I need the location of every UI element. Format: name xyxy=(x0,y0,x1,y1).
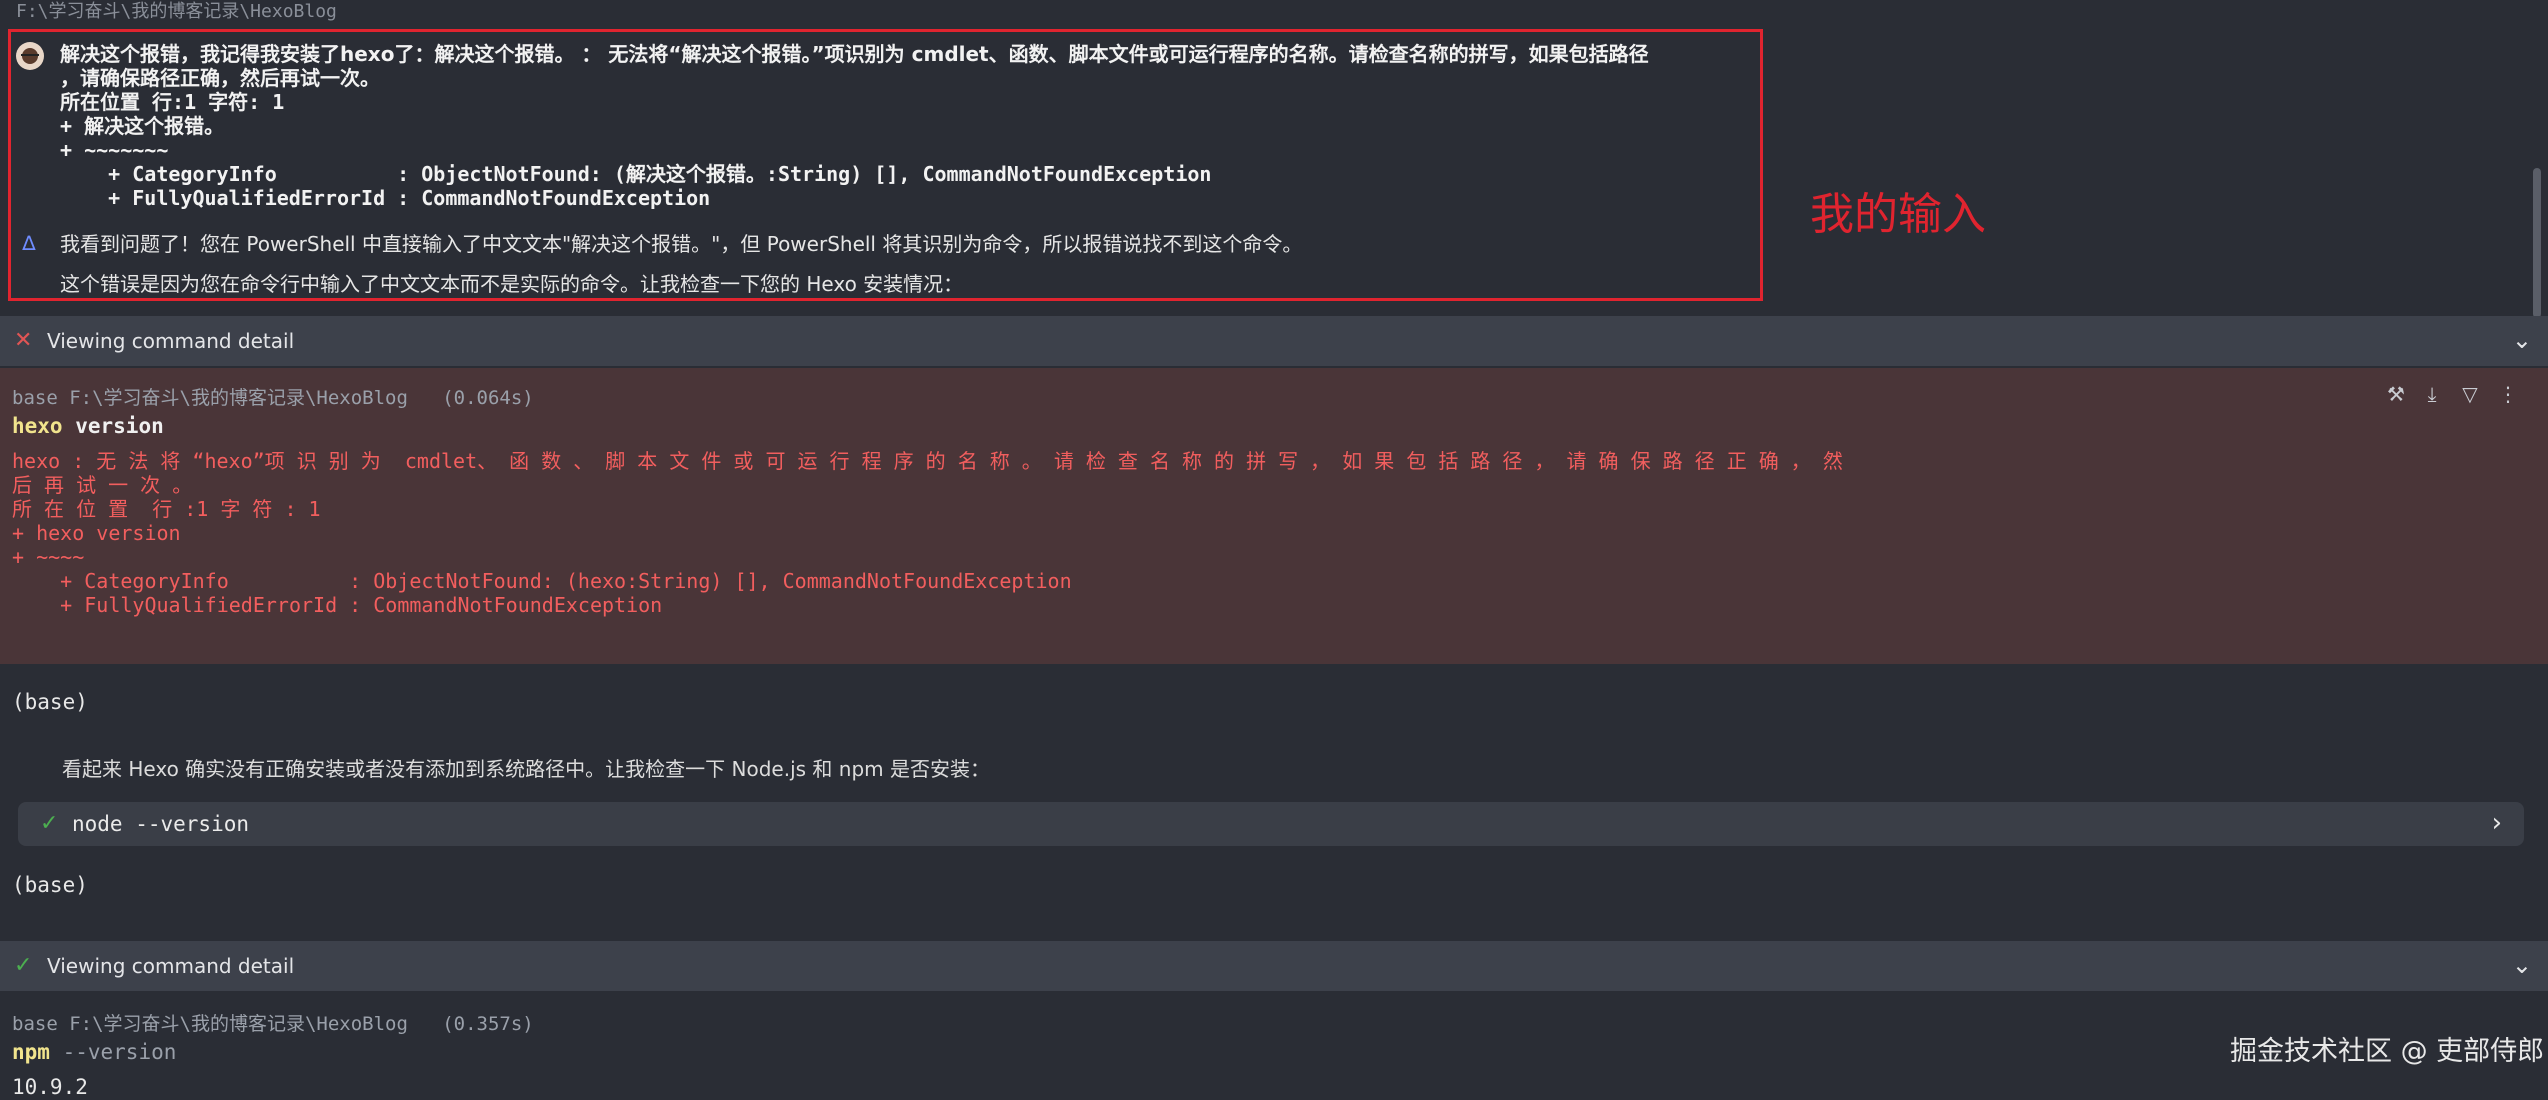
prompt-env-label: (base) xyxy=(12,873,88,897)
command-run-row[interactable]: ✓ node --version › xyxy=(18,802,2524,846)
avatar xyxy=(16,42,44,70)
command-name: npm xyxy=(12,1040,50,1064)
command-meta: base F:\学习奋斗\我的博客记录\HexoBlog (0.357s) xyxy=(12,1013,534,1035)
error-output-line: + ~~~~ xyxy=(12,545,85,569)
command-detail-toggle[interactable]: ✓ Viewing command detail ⌄ xyxy=(0,941,2548,991)
error-output-line: 后 再 试 一 次 。 xyxy=(12,473,193,497)
checkmark-icon: ✓ xyxy=(40,811,59,836)
command-meta: base F:\学习奋斗\我的博客记录\HexoBlog (0.064s) xyxy=(12,387,534,409)
command-name: hexo xyxy=(12,414,63,438)
error-output-line: hexo : 无 法 将 “hexo”项 识 别 为 cmdlet、 函 数 、… xyxy=(12,449,1843,473)
command-detail-title: Viewing command detail xyxy=(47,954,295,978)
assistant-icon: ∆ xyxy=(22,231,36,255)
prompt-env-label: (base) xyxy=(12,690,88,714)
download-icon[interactable]: ⤓ xyxy=(2420,382,2444,406)
error-x-icon: ✕ xyxy=(14,328,33,353)
error-output-line: + FullyQualifiedErrorId : CommandNotFoun… xyxy=(12,593,663,617)
chevron-down-icon[interactable]: ⌄ xyxy=(2512,951,2532,979)
command-output-panel xyxy=(0,368,2548,664)
user-message-line: 解决这个报错，我记得我安装了hexo了：解决这个报错。 ： 无法将“解决这个报错… xyxy=(60,42,1649,66)
watermark: 掘金技术社区 @ 吏部侍郎 xyxy=(2230,1036,2545,1067)
user-message-line: ，请确保路径正确，然后再试一次。 xyxy=(60,66,380,90)
assistant-reply-line: 这个错误是因为您在命令行中输入了中文文本而不是实际的命令。让我检查一下您的 He… xyxy=(60,272,964,296)
error-output-line: 所 在 位 置 行 :1 字 符 : 1 xyxy=(12,497,321,521)
user-message-line: 所在位置 行:1 字符: 1 xyxy=(60,90,285,114)
command-line: hexo version xyxy=(12,412,164,440)
user-message-line: + 解决这个报错。 xyxy=(60,114,225,138)
user-message-line: + ~~~~~~~ xyxy=(60,138,169,162)
command-detail-toggle[interactable]: ✕ Viewing command detail ⌄ xyxy=(0,316,2548,366)
command-arg: version xyxy=(75,414,164,438)
assistant-reply-line: 看起来 Hexo 确实没有正确安装或者没有添加到系统路径中。让我检查一下 Nod… xyxy=(62,757,990,781)
checkmark-icon: ✓ xyxy=(14,953,33,978)
error-output-line: + hexo version xyxy=(12,521,181,545)
chevron-down-icon[interactable]: ⌄ xyxy=(2512,326,2532,354)
assistant-reply-line: 我看到问题了！您在 PowerShell 中直接输入了中文文本"解决这个报错。"… xyxy=(60,232,1303,256)
command-run-label: node --version xyxy=(72,812,250,836)
pin-icon[interactable]: ⚒ xyxy=(2384,382,2408,406)
error-output-line: + CategoryInfo : ObjectNotFound: (hexo:S… xyxy=(12,569,1072,593)
more-options-icon[interactable]: ⋮ xyxy=(2496,382,2520,406)
filter-icon[interactable]: ▽ xyxy=(2458,382,2482,406)
working-directory-path: F:\学习奋斗\我的博客记录\HexoBlog xyxy=(16,1,337,22)
command-line: npm --version xyxy=(12,1038,176,1066)
user-message-line: + FullyQualifiedErrorId : CommandNotFoun… xyxy=(60,186,711,210)
command-arg: --version xyxy=(62,1040,177,1064)
command-result: 10.9.2 xyxy=(12,1075,88,1099)
annotation-label: 我的输入 xyxy=(1810,189,1986,240)
chevron-right-icon[interactable]: › xyxy=(2492,808,2502,838)
command-detail-title: Viewing command detail xyxy=(47,329,295,353)
scrollbar-thumb[interactable] xyxy=(2533,168,2541,318)
user-message-line: + CategoryInfo : ObjectNotFound: (解决这个报错… xyxy=(60,162,1212,186)
